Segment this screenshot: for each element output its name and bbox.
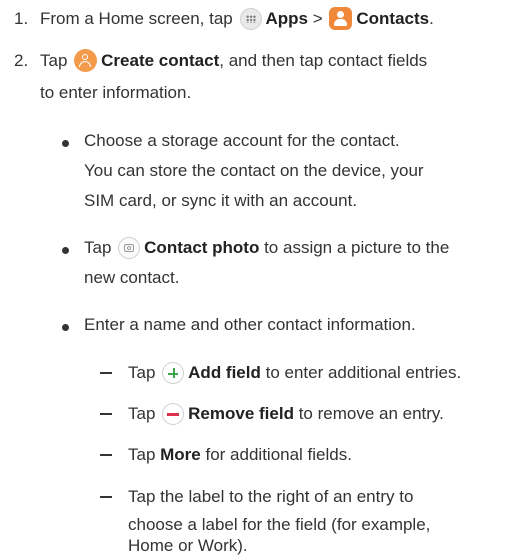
- contacts-app-icon: [329, 7, 353, 30]
- remove-field-label: Remove field: [188, 404, 294, 423]
- plus-icon: [162, 362, 185, 384]
- bullet-text-continued: to assign a picture to the: [259, 238, 450, 257]
- contact-photo-label: Contact photo: [144, 238, 260, 257]
- dash-marker: [100, 496, 112, 498]
- dash-marker: [100, 454, 112, 456]
- sub-bullet-text-continued: for additional fields.: [200, 445, 352, 464]
- camera-icon: [118, 237, 141, 259]
- sub-bullet-4-line-3: Home or Work).: [128, 536, 248, 555]
- step-1: 1. From a Home screen, tap Apps > Contact…: [14, 4, 522, 34]
- bullet-dot: [62, 324, 69, 331]
- step-number: 1.: [14, 9, 29, 28]
- step-text-continued: , and then tap contact fields: [219, 51, 428, 70]
- punctuation: .: [429, 9, 434, 28]
- sub-bullet-1: Tap Add field to enter additional entrie…: [128, 358, 522, 388]
- dash-marker: [100, 372, 112, 374]
- bullet-1-line-1: Choose a storage account for the contact…: [84, 131, 400, 150]
- dash-marker: [100, 413, 112, 415]
- sub-bullet-text: Tap: [128, 404, 156, 423]
- bullet-dot: [62, 247, 69, 254]
- create-contact-label: Create contact: [101, 51, 220, 70]
- step-text: From a Home screen, tap: [40, 9, 233, 28]
- create-contact-icon: [74, 49, 98, 72]
- step-text: Tap: [40, 51, 68, 70]
- sub-bullet-3: Tap More for additional fields.: [128, 440, 522, 470]
- sub-bullet-text-continued: to remove an entry.: [293, 404, 444, 423]
- step-number: 2.: [14, 51, 29, 70]
- sub-bullet-2: Tap Remove field to remove an entry.: [128, 399, 522, 429]
- step-2: 2. Tap Create contact, and then tap conta…: [14, 46, 522, 76]
- sub-bullet-text: Tap: [128, 445, 161, 464]
- bullet-text: Tap: [84, 238, 112, 257]
- sub-bullet-4-line-1: Tap the label to the right of an entry t…: [128, 487, 414, 506]
- step-2-line-2: to enter information.: [40, 83, 192, 102]
- bullet-3-line-1: Enter a name and other contact informati…: [84, 315, 416, 334]
- sub-bullet-text: Tap: [128, 363, 156, 382]
- more-label: More: [160, 445, 201, 464]
- add-field-label: Add field: [188, 363, 261, 382]
- bullet-1-line-2: You can store the contact on the device,…: [84, 161, 424, 180]
- minus-icon: [162, 403, 185, 425]
- bullet-2-line-2: new contact.: [84, 268, 180, 287]
- bullet-1-line-3: SIM card, or sync it with an account.: [84, 191, 358, 210]
- apps-label: Apps: [265, 9, 308, 28]
- bullet-2-line-1: Tap Contact photo to assign a picture to…: [84, 233, 522, 263]
- bullet-dot: [62, 140, 69, 147]
- contacts-label: Contacts: [356, 9, 430, 28]
- apps-grid-icon: [240, 8, 263, 30]
- sub-bullet-text-continued: to enter additional entries.: [260, 363, 462, 382]
- separator: >: [312, 9, 323, 28]
